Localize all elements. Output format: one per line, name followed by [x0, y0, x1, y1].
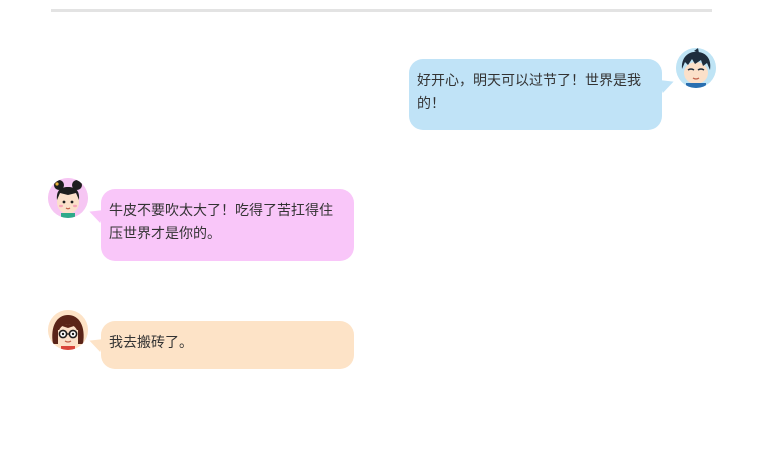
message-bubble[interactable]: 好开心，明天可以过节了！世界是我的！ [409, 59, 676, 130]
message-text: 好开心，明天可以过节了！世界是我的！ [417, 73, 641, 112]
message-bubble[interactable]: 牛皮不要吹太大了！吃得了苦扛得住压世界才是你的。 [87, 189, 354, 261]
top-divider [51, 9, 712, 12]
boy-avatar-icon[interactable] [676, 48, 716, 88]
bubble-tail [87, 205, 105, 223]
bubble-tail [658, 75, 676, 93]
message-text: 我去搬砖了。 [109, 335, 193, 351]
girl-avatar-icon[interactable] [48, 178, 88, 218]
message-text: 牛皮不要吹太大了！吃得了苦扛得住压世界才是你的。 [109, 203, 333, 242]
glasses-girl-avatar-icon[interactable] [48, 310, 88, 350]
bubble-tail [87, 334, 105, 352]
message-bubble[interactable]: 我去搬砖了。 [87, 321, 354, 369]
